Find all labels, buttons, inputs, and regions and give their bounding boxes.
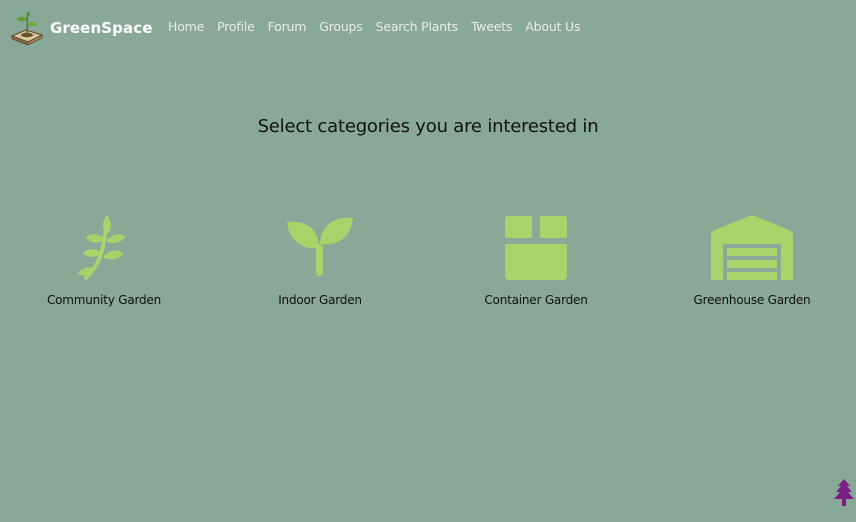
nav-search-plants-link[interactable]: Search Plants <box>376 19 459 34</box>
brand-home-link[interactable]: GreenSpace <box>10 10 152 46</box>
page-heading: Select categories you are interested in <box>257 116 599 137</box>
category-container-garden[interactable]: Container Garden <box>436 214 636 307</box>
nav-forum-link[interactable]: Forum <box>268 19 307 34</box>
nav-groups-link[interactable]: Groups <box>319 19 363 34</box>
nav-tweets-link[interactable]: Tweets <box>471 19 513 34</box>
potted-sprout-logo-icon <box>10 11 44 45</box>
category-indoor-garden-label: Indoor Garden <box>278 293 362 307</box>
top-navbar: GreenSpace Home Profile Forum Groups Sea… <box>0 0 856 56</box>
category-indoor-garden[interactable]: Indoor Garden <box>220 214 420 307</box>
category-greenhouse-garden[interactable]: Greenhouse Garden <box>652 214 852 307</box>
nav-profile-link[interactable]: Profile <box>217 19 255 34</box>
nav-home-link[interactable]: Home <box>168 19 204 34</box>
nav-about-us-link[interactable]: About Us <box>525 19 580 34</box>
main-nav: Home Profile Forum Groups Search Plants … <box>168 19 593 34</box>
category-greenhouse-garden-label: Greenhouse Garden <box>693 293 811 307</box>
seedling-icon <box>287 217 353 276</box>
category-community-garden-label: Community Garden <box>46 293 162 307</box>
category-community-garden[interactable]: Community Garden <box>4 214 204 307</box>
tree-icon[interactable] <box>834 479 854 507</box>
warehouse-icon <box>711 215 793 280</box>
box-icon <box>505 216 567 280</box>
category-grid: Community Garden Indoor Garden Container… <box>0 214 856 324</box>
brand-name: GreenSpace <box>50 19 153 37</box>
leafy-branch-icon <box>78 216 125 280</box>
category-container-garden-label: Container Garden <box>484 293 588 307</box>
